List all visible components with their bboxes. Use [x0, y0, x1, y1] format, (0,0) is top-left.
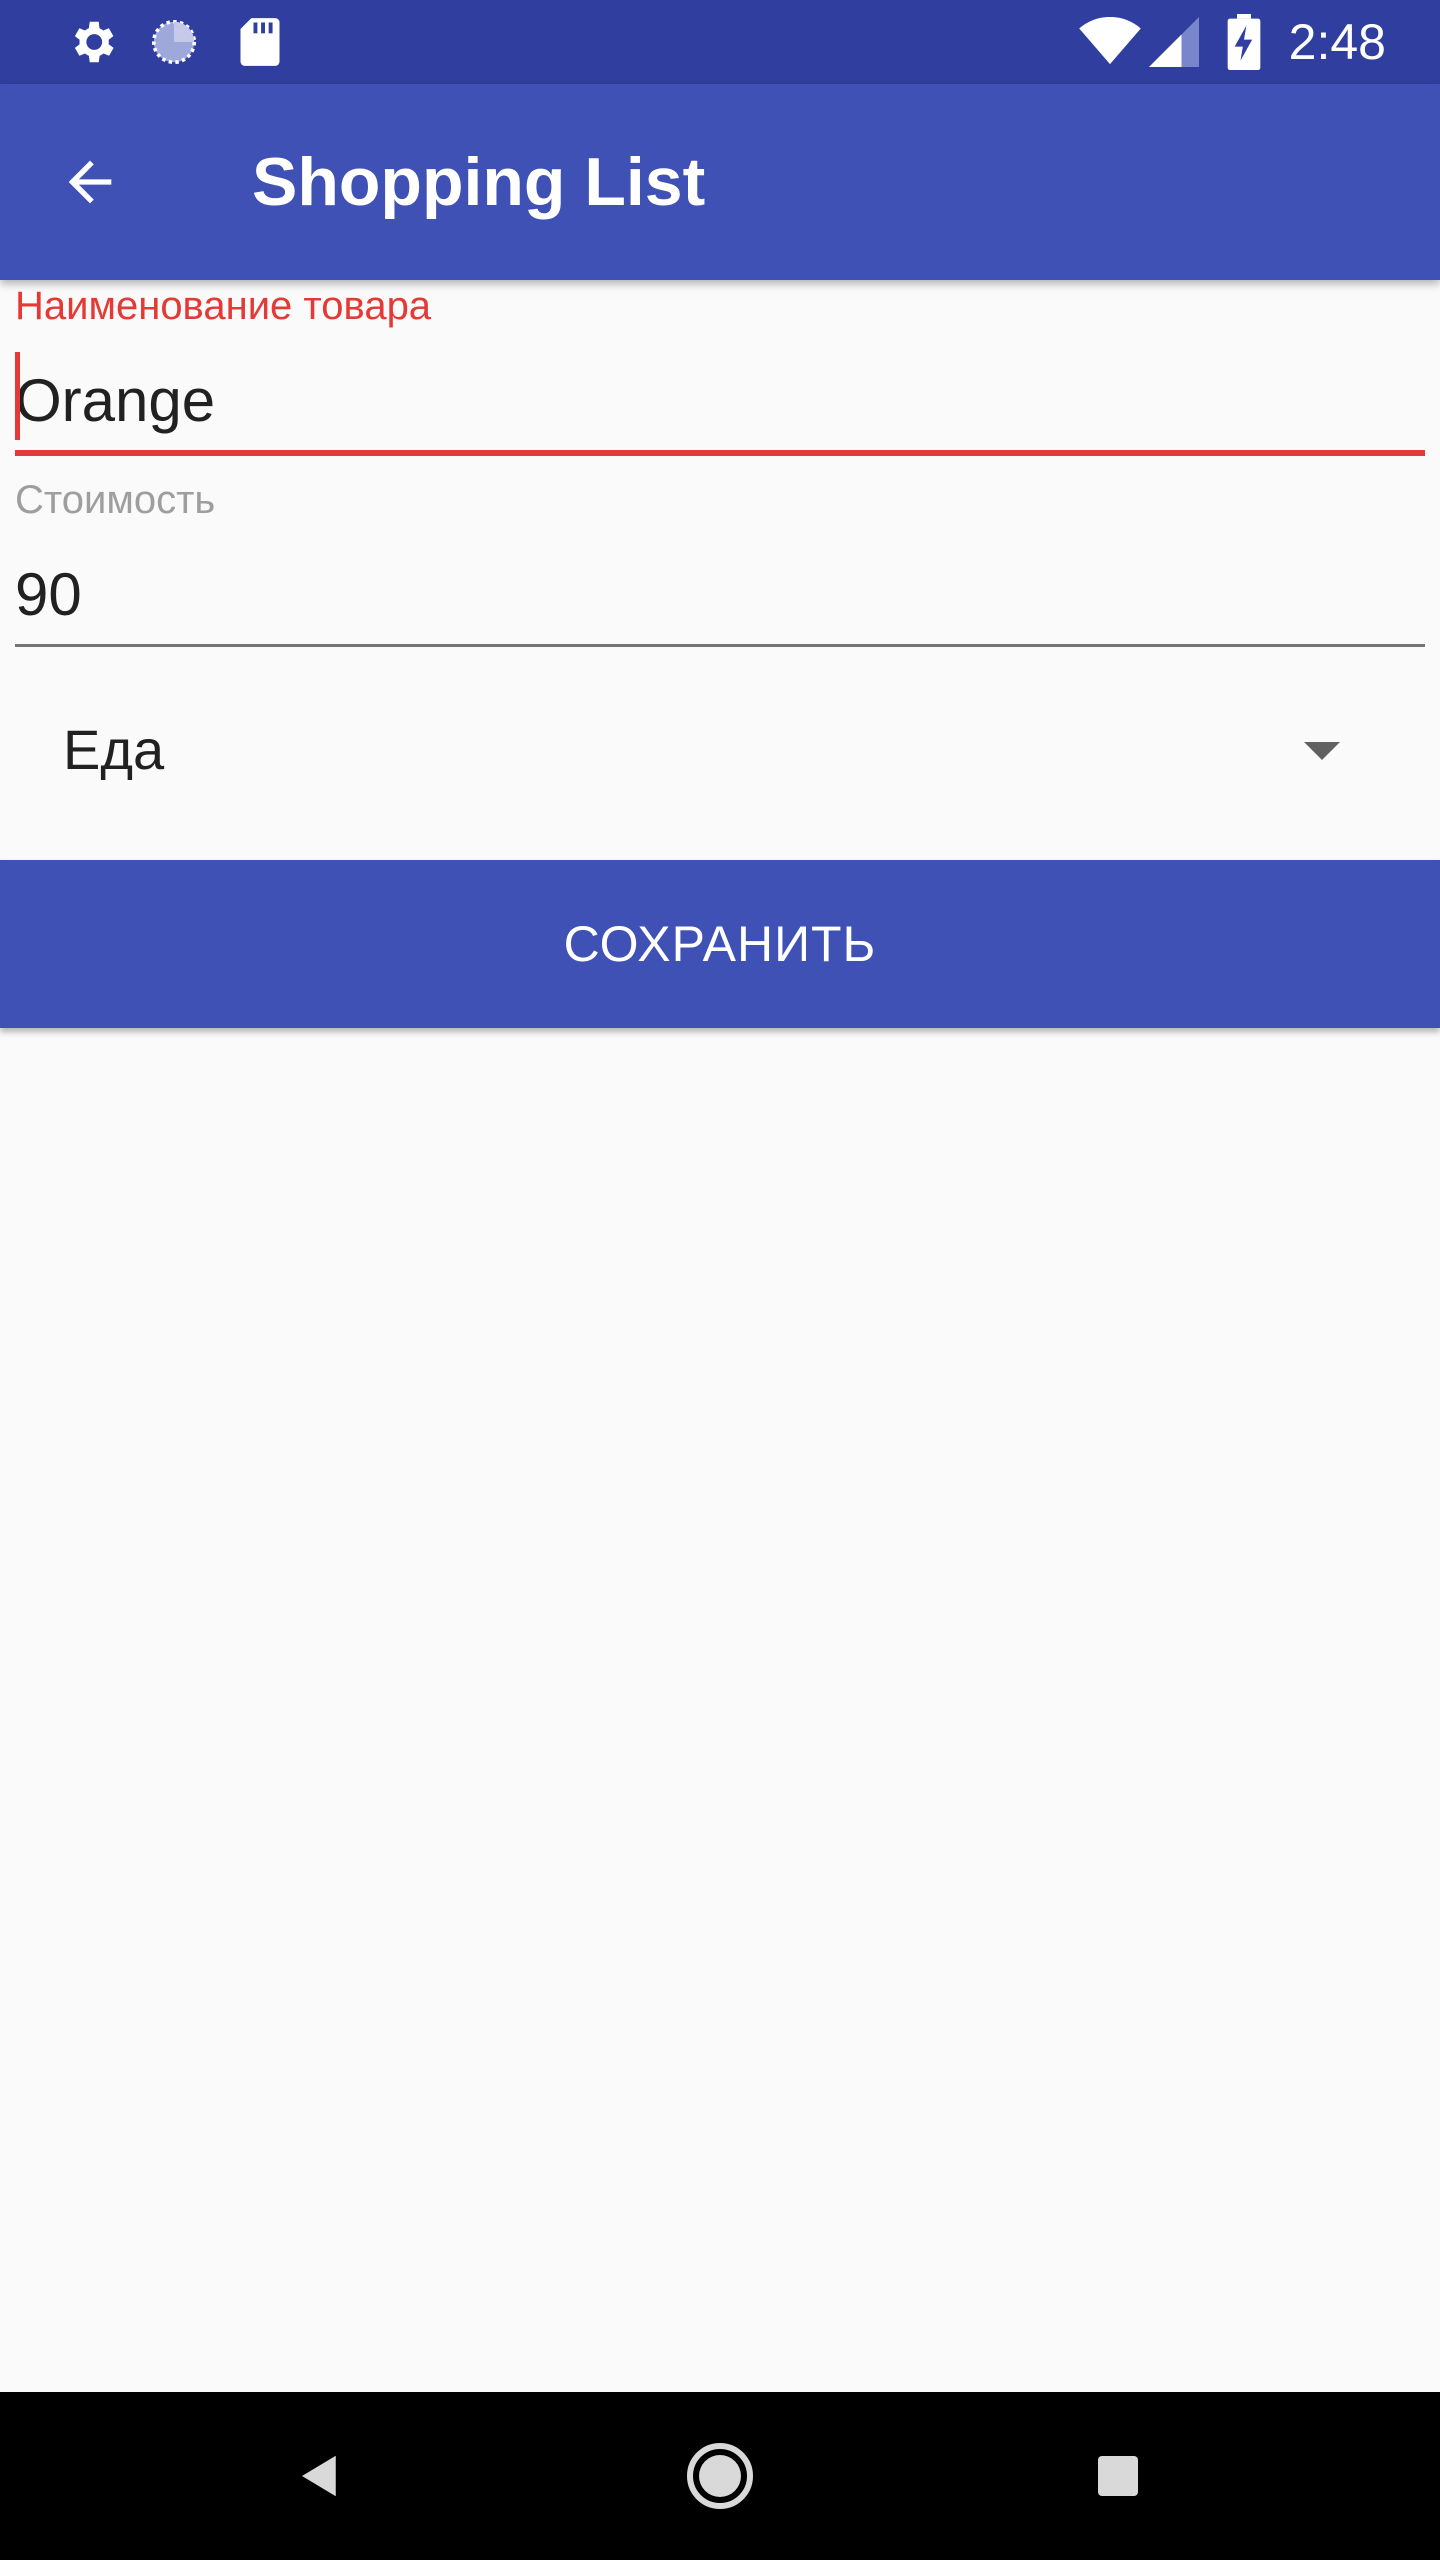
status-bar: 2:48 — [0, 0, 1440, 84]
home-circle-icon — [684, 2440, 756, 2512]
product-name-input[interactable] — [15, 350, 1425, 456]
arrow-back-icon — [58, 150, 122, 214]
back-triangle-icon — [293, 2449, 347, 2503]
recents-square-icon — [1094, 2452, 1142, 2500]
price-input[interactable] — [15, 544, 1425, 647]
signal-icon — [1148, 0, 1200, 84]
price-label: Стоимость — [15, 478, 216, 522]
category-dropdown[interactable]: Еда — [0, 670, 1440, 830]
sync-progress-icon — [144, 0, 204, 84]
wifi-icon — [1078, 0, 1142, 84]
product-name-label: Наименование товара — [15, 284, 432, 328]
settings-icon — [62, 0, 122, 84]
page-title: Shopping List — [252, 144, 706, 220]
dropdown-arrow-icon — [1302, 732, 1342, 768]
status-time: 2:48 — [1288, 14, 1386, 70]
sd-card-icon — [232, 0, 288, 84]
save-button[interactable]: СОХРАНИТЬ — [0, 860, 1440, 1028]
back-button[interactable] — [40, 132, 140, 232]
navigation-bar — [0, 2392, 1440, 2560]
text-cursor — [15, 352, 20, 440]
nav-home-button[interactable] — [670, 2426, 770, 2526]
category-selected-value: Еда — [63, 718, 165, 781]
app-bar: Shopping List — [0, 84, 1440, 280]
nav-back-button[interactable] — [270, 2426, 370, 2526]
nav-recents-button[interactable] — [1068, 2426, 1168, 2526]
battery-charging-icon — [1224, 0, 1264, 84]
